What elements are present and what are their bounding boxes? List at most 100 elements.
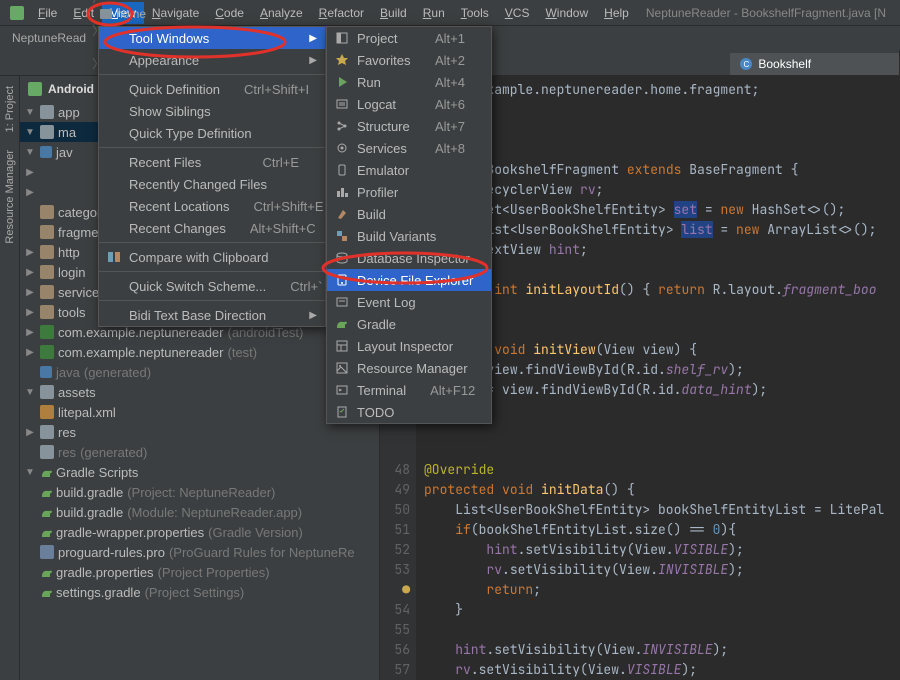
tree-row[interactable]: Gradle Scripts xyxy=(20,462,379,482)
toolwindow-item-gradle[interactable]: Gradle xyxy=(327,313,491,335)
tree-label-suffix: (generated) xyxy=(84,365,151,380)
chevron-down-icon[interactable] xyxy=(24,147,36,158)
menu-shortcut: Ctrl+` xyxy=(266,279,322,294)
code-line: List<UserBookShelfEntity> bookShelfEntit… xyxy=(424,501,884,518)
tree-row[interactable]: gradle-wrapper.properties (Gradle Versio… xyxy=(20,522,379,542)
menu-item-recent-locations[interactable]: Recent LocationsCtrl+Shift+E xyxy=(99,195,325,217)
srcroot-icon xyxy=(40,146,52,158)
menu-shortcut: Alt+8 xyxy=(411,141,465,156)
chevron-down-icon[interactable] xyxy=(24,387,36,398)
tree-label: build.gradle xyxy=(56,505,123,520)
code-line: protected void initData() { xyxy=(424,481,635,498)
menu-item-build[interactable]: Build xyxy=(372,2,415,24)
tree-row[interactable]: gradle.properties (Project Properties) xyxy=(20,562,379,582)
code-line: } xyxy=(424,601,463,618)
tree-row[interactable]: res (generated) xyxy=(20,442,379,462)
chevron-right-icon[interactable] xyxy=(24,267,36,278)
chevron-right-icon[interactable] xyxy=(24,347,36,358)
menu-item-quick-type-definition[interactable]: Quick Type Definition xyxy=(99,122,325,144)
chevron-down-icon[interactable] xyxy=(24,107,36,118)
code-line: rv.setVisibility(View.INVISIBLE); xyxy=(424,561,744,578)
chevron-right-icon[interactable] xyxy=(24,247,36,258)
menu-item-label: Show Siblings xyxy=(129,104,211,119)
breadcrumb-home[interactable]: home xyxy=(92,6,227,22)
tree-label: login xyxy=(58,265,85,280)
menu-item-label: Services xyxy=(357,141,407,156)
toolwindow-item-project[interactable]: ProjectAlt+1 xyxy=(327,27,491,49)
chevron-right-icon[interactable] xyxy=(24,287,36,298)
menu-item-analyze[interactable]: Analyze xyxy=(252,2,311,24)
tree-label: java xyxy=(56,365,80,380)
project-name[interactable]: NeptuneRead xyxy=(12,31,86,45)
gutter-line-number: 54 xyxy=(380,600,410,620)
folder-icon xyxy=(40,125,54,139)
menu-item-window[interactable]: Window xyxy=(537,2,596,24)
menu-item-bidi-text-base-direction[interactable]: Bidi Text Base Direction▶ xyxy=(99,304,325,326)
toolwindow-item-emulator[interactable]: Emulator xyxy=(327,159,491,181)
toolwindow-item-layout-inspector[interactable]: Layout Inspector xyxy=(327,335,491,357)
toolwindow-item-logcat[interactable]: LogcatAlt+6 xyxy=(327,93,491,115)
tree-label-suffix: (Project: NeptuneReader) xyxy=(127,485,275,500)
project-view-selector[interactable]: Android xyxy=(48,82,94,96)
menu-item-quick-switch-scheme-[interactable]: Quick Switch Scheme...Ctrl+` xyxy=(99,275,325,297)
package-icon xyxy=(40,265,54,279)
chevron-right-icon[interactable] xyxy=(24,327,36,338)
chevron-right-icon[interactable] xyxy=(24,187,36,198)
menu-item-run[interactable]: Run xyxy=(415,2,453,24)
android-studio-logo-icon xyxy=(10,6,24,20)
menu-item-refactor[interactable]: Refactor xyxy=(311,2,372,24)
tree-row[interactable]: build.gradle (Module: NeptuneReader.app) xyxy=(20,502,379,522)
package-icon xyxy=(40,305,54,319)
toolwindow-item-favorites[interactable]: FavoritesAlt+2 xyxy=(327,49,491,71)
toolwindow-item-resource-manager[interactable]: Resource Manager xyxy=(327,357,491,379)
toolwindow-item-device-file-explorer[interactable]: Device File Explorer xyxy=(327,269,491,291)
menu-item-compare-with-clipboard[interactable]: Compare with Clipboard xyxy=(99,246,325,268)
menu-item-label: Resource Manager xyxy=(357,361,468,376)
menu-item-tool-windows[interactable]: Tool Windows▶ xyxy=(99,27,325,49)
chevron-down-icon[interactable] xyxy=(24,127,36,138)
gradle-icon xyxy=(40,506,52,518)
toolwindow-item-run[interactable]: RunAlt+4 xyxy=(327,71,491,93)
toolwindow-item-todo[interactable]: TODO xyxy=(327,401,491,423)
toolwindow-item-profiler[interactable]: Profiler xyxy=(327,181,491,203)
menu-item-file[interactable]: File xyxy=(30,2,65,24)
chevron-right-icon[interactable] xyxy=(24,307,36,318)
menu-item-vcs[interactable]: VCS xyxy=(497,2,538,24)
toolwindow-item-event-log[interactable]: Event Log xyxy=(327,291,491,313)
menu-item-recent-changes[interactable]: Recent ChangesAlt+Shift+C xyxy=(99,217,325,239)
tree-row[interactable]: res xyxy=(20,422,379,442)
menu-item-show-siblings[interactable]: Show Siblings xyxy=(99,100,325,122)
tool-tab-resource-manager[interactable]: Resource Manager xyxy=(2,144,18,250)
todo-icon xyxy=(335,405,349,419)
chevron-right-icon[interactable] xyxy=(24,167,36,178)
chevron-down-icon[interactable] xyxy=(24,467,36,478)
menu-item-help[interactable]: Help xyxy=(596,2,637,24)
chevron-right-icon[interactable] xyxy=(24,427,36,438)
editor-tab[interactable]: CBookshelf xyxy=(730,53,900,75)
file-icon xyxy=(40,545,54,559)
toolwindow-item-structure[interactable]: StructureAlt+7 xyxy=(327,115,491,137)
event-icon xyxy=(335,295,349,309)
tree-row[interactable]: build.gradle (Project: NeptuneReader) xyxy=(20,482,379,502)
toolwindow-item-services[interactable]: Services Alt+8 xyxy=(327,137,491,159)
toolwindow-item-database-inspector[interactable]: Database Inspector xyxy=(327,247,491,269)
gutter-line-number: 50 xyxy=(380,500,410,520)
menu-item-recent-files[interactable]: Recent FilesCtrl+E xyxy=(99,151,325,173)
toolwindow-item-build[interactable]: Build xyxy=(327,203,491,225)
menu-item-label: Device File Explorer xyxy=(357,273,473,288)
tool-tab-project[interactable]: 1: Project xyxy=(2,80,18,138)
package-icon xyxy=(40,245,54,259)
tree-row[interactable]: settings.gradle (Project Settings) xyxy=(20,582,379,602)
toolwindow-item-terminal[interactable]: TerminalAlt+F12 xyxy=(327,379,491,401)
menu-item-label: Gradle xyxy=(357,317,396,332)
menu-item-label: Build Variants xyxy=(357,229,436,244)
menu-item-tools[interactable]: Tools xyxy=(453,2,497,24)
menu-item-appearance[interactable]: Appearance▶ xyxy=(99,49,325,71)
tree-row[interactable]: proguard-rules.pro (ProGuard Rules for N… xyxy=(20,542,379,562)
menu-item-quick-definition[interactable]: Quick DefinitionCtrl+Shift+I xyxy=(99,78,325,100)
toolwindow-item-build-variants[interactable]: Build Variants xyxy=(327,225,491,247)
breadcrumb-label: home xyxy=(116,7,146,21)
gradle-icon xyxy=(40,486,52,498)
menu-item-recently-changed-files[interactable]: Recently Changed Files xyxy=(99,173,325,195)
folder-icon xyxy=(40,385,54,399)
